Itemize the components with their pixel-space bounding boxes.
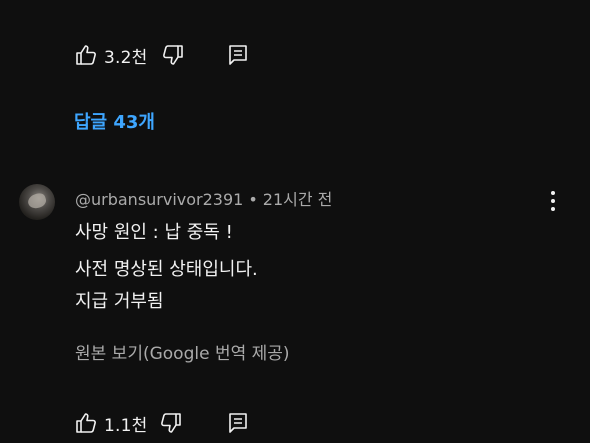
- like-count: 1.1천: [104, 415, 148, 436]
- dislike-button[interactable]: [159, 411, 183, 435]
- more-vert-icon: [541, 189, 565, 213]
- meta-separator: •: [248, 190, 258, 209]
- replies-link[interactable]: 답글 43개: [74, 108, 155, 134]
- comment-icon: [226, 43, 250, 67]
- comment-text-line: 지급 거부됨: [75, 291, 164, 312]
- top-action-row: 3.2천: [74, 41, 250, 69]
- dislike-button[interactable]: [161, 43, 185, 67]
- more-options-button[interactable]: [541, 189, 565, 215]
- thumbs-down-icon: [159, 411, 183, 435]
- reply-button[interactable]: [226, 43, 250, 67]
- like-count: 3.2천: [104, 47, 148, 68]
- comment-meta: @urbansurvivor2391 • 21시간 전: [75, 186, 332, 210]
- comment-action-row: 1.1천: [74, 409, 250, 437]
- thumbs-up-icon: [74, 411, 98, 435]
- like-button[interactable]: 3.2천: [74, 43, 147, 68]
- thumbs-down-icon: [161, 43, 185, 67]
- like-button[interactable]: 1.1천: [74, 411, 147, 436]
- thumbs-up-icon: [74, 43, 98, 67]
- reply-button[interactable]: [226, 411, 250, 435]
- comment-text-line: 사전 명상된 상태입니다.: [75, 259, 258, 280]
- comment-text-line: 사망 원인 : 납 중독 !: [75, 222, 233, 243]
- avatar[interactable]: [19, 184, 55, 220]
- avatar-image: [26, 191, 48, 211]
- comment-time[interactable]: 21시간 전: [263, 190, 333, 209]
- see-original-link[interactable]: 원본 보기(Google 번역 제공): [75, 339, 290, 364]
- comment-icon: [226, 411, 250, 435]
- username[interactable]: @urbansurvivor2391: [75, 190, 243, 209]
